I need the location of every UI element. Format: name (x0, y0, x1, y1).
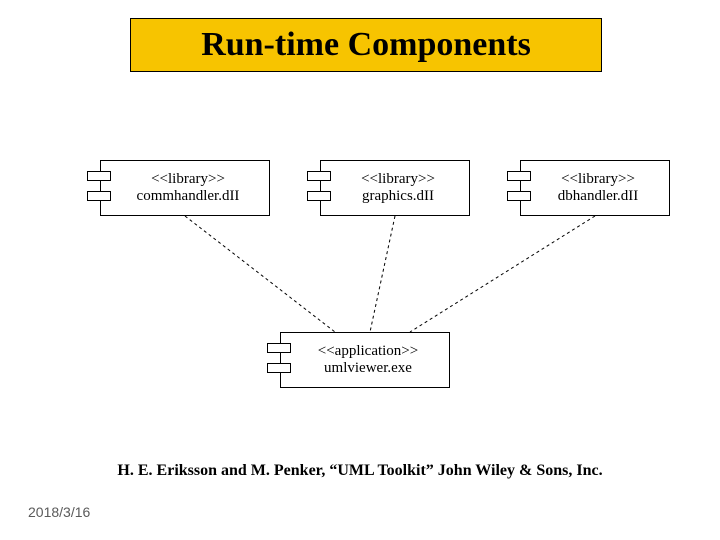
component-name: umlviewer.exe (324, 360, 412, 377)
component-tab-icon (307, 171, 331, 181)
component-tab-icon (87, 191, 111, 201)
component-stereotype: <<library>> (361, 171, 435, 188)
component-stereotype: <<application>> (318, 343, 418, 360)
component-stereotype: <<library>> (151, 171, 225, 188)
component-tab-icon (507, 191, 531, 201)
component-tab-icon (267, 343, 291, 353)
slide-date: 2018/3/16 (28, 504, 90, 520)
component-commhandler: <<library>> commhandler.dII (100, 160, 270, 216)
title-banner: Run-time Components (130, 18, 602, 72)
component-name: graphics.dII (362, 188, 434, 205)
component-name: commhandler.dII (137, 188, 240, 205)
slide-title: Run-time Components (201, 26, 531, 64)
component-umlviewer: <<application>> umlviewer.exe (280, 332, 450, 388)
component-tab-icon (507, 171, 531, 181)
component-tab-icon (87, 171, 111, 181)
dependency-lines (0, 0, 720, 540)
slide: Run-time Components <<library>> commhand… (0, 0, 720, 540)
component-tab-icon (307, 191, 331, 201)
component-tab-icon (267, 363, 291, 373)
component-name: dbhandler.dII (558, 188, 638, 205)
citation-text: H. E. Eriksson and M. Penker, “UML Toolk… (0, 462, 720, 480)
component-dbhandler: <<library>> dbhandler.dII (520, 160, 670, 216)
component-graphics: <<library>> graphics.dII (320, 160, 470, 216)
component-stereotype: <<library>> (561, 171, 635, 188)
